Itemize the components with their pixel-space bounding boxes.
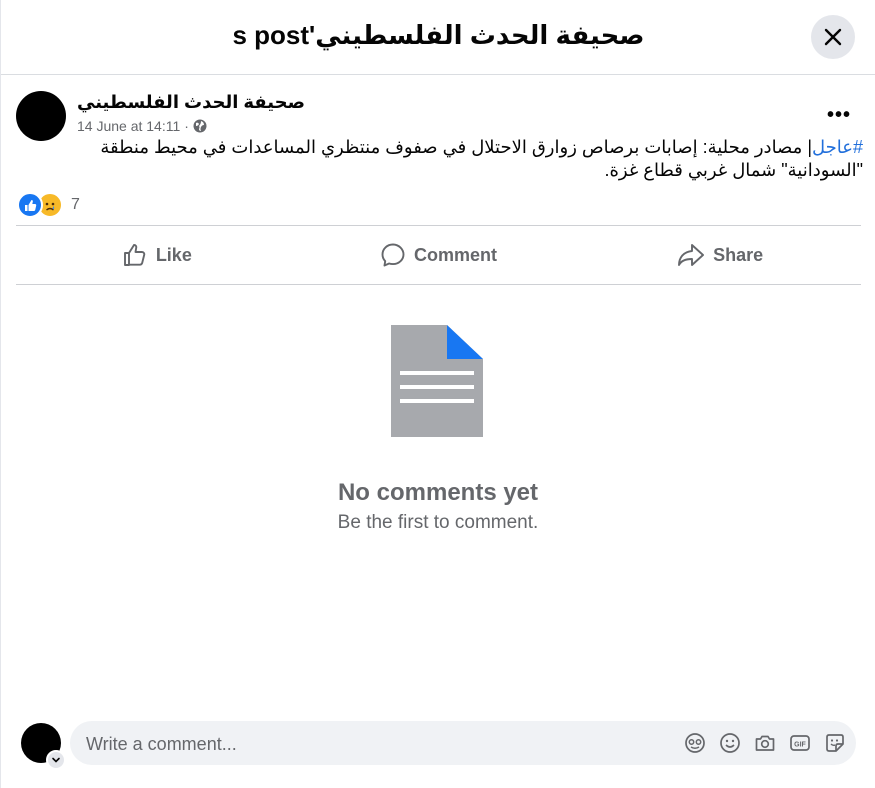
composer-icons: GIF: [683, 731, 846, 754]
post-dialog: صحيفة الحدث الفلسطيني's post صحيفة الحدث…: [0, 0, 875, 788]
close-icon: [824, 28, 842, 46]
empty-state-subtitle: Be the first to comment.: [337, 512, 539, 533]
post-text: | مصادر محلية: إصابات برصاص زوارق الاحتل…: [100, 137, 863, 180]
document-icon: [391, 325, 483, 437]
share-button[interactable]: Share: [579, 226, 861, 284]
hashtag-link[interactable]: #عاجل: [812, 137, 863, 157]
share-arrow-icon: [678, 244, 705, 266]
emoji-button[interactable]: [718, 731, 741, 754]
like-reaction-icon: [17, 192, 43, 218]
empty-comments-illustration: [1, 325, 875, 442]
comment-composer: GIF: [70, 721, 856, 767]
sticker-icon: [825, 733, 844, 752]
comment-button[interactable]: Comment: [298, 226, 580, 284]
like-label: Like: [155, 244, 192, 265]
share-label: Share: [713, 244, 764, 265]
post-timestamp[interactable]: 14 June at 14:11: [77, 118, 180, 134]
comment-label: Comment: [414, 244, 498, 265]
post-body: #عاجل| مصادر محلية: إصابات برصاص زوارق ا…: [21, 136, 863, 182]
post-actions-bar: Like Comment Share: [16, 226, 861, 284]
meta-separator: ·: [184, 118, 189, 134]
gif-button[interactable]: GIF: [788, 731, 811, 754]
like-button[interactable]: Like: [16, 226, 298, 284]
emoji-icon: [719, 732, 740, 753]
avatar-sticker-icon: [684, 732, 705, 753]
svg-text:GIF: GIF: [794, 741, 806, 748]
reaction-count: 7: [71, 196, 80, 213]
globe-icon: [193, 119, 207, 133]
dialog-title: صحيفة الحدث الفلسطيني's post: [232, 20, 645, 50]
actions-bottom-divider: [16, 284, 861, 285]
avatar-sticker-button[interactable]: [683, 731, 706, 754]
chevron-down-icon: [52, 757, 60, 763]
page-name-link[interactable]: صحيفة الحدث الفلسطيني: [77, 92, 305, 113]
empty-state-title: No comments yet: [337, 479, 539, 506]
speech-bubble-icon: [381, 243, 405, 267]
camera-icon: [755, 735, 774, 751]
dialog-header: صحيفة الحدث الفلسطيني's post: [1, 0, 875, 75]
post-meta: 14 June at 14:11 ·: [77, 118, 207, 134]
gif-icon: GIF: [789, 734, 810, 751]
page-avatar[interactable]: [16, 91, 66, 141]
more-options-icon: •••: [826, 103, 851, 126]
sticker-button[interactable]: [823, 731, 846, 754]
comment-input[interactable]: [84, 721, 648, 767]
profile-switch-button[interactable]: [46, 750, 66, 770]
thumbs-up-icon: [123, 244, 146, 266]
photo-button[interactable]: [753, 731, 776, 754]
more-options-button[interactable]: •••: [819, 100, 859, 130]
reactions-summary[interactable]: 7: [17, 192, 80, 218]
close-button[interactable]: [811, 15, 855, 59]
